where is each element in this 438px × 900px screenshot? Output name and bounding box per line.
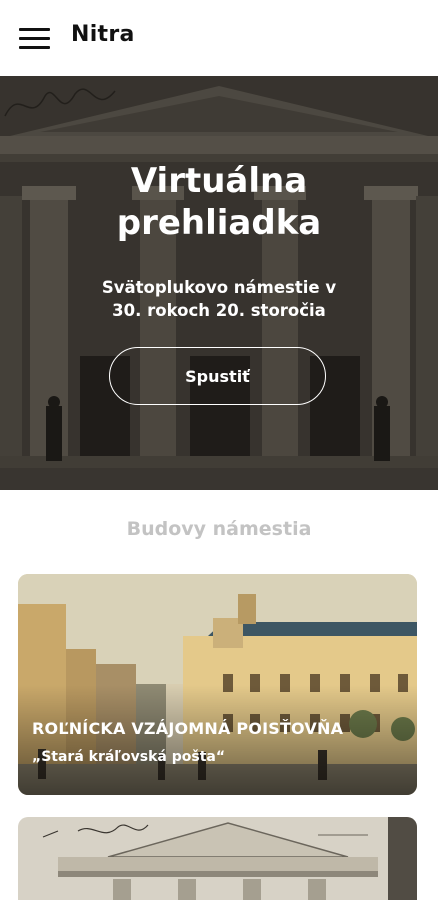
- card-overlay: [18, 685, 417, 795]
- building-photo: [18, 817, 417, 900]
- start-tour-button[interactable]: Spustiť: [109, 347, 326, 405]
- hero-title: Virtuálna prehliadka: [0, 160, 438, 244]
- hero-subtitle-line: 30. rokoch 20. storočia: [112, 301, 326, 320]
- building-card[interactable]: [18, 817, 417, 900]
- app-header: Nitra: [0, 0, 438, 76]
- hero-title-line: prehliadka: [116, 203, 322, 243]
- hamburger-menu-icon[interactable]: [19, 28, 50, 49]
- card-subtitle: „Stará kráľovská pošta“: [32, 749, 226, 765]
- section-title: Budovy námestia: [126, 518, 312, 540]
- building-card[interactable]: ROĽNÍCKA VZÁJOMNÁ POISŤOVŇA „Stará kráľo…: [18, 574, 417, 795]
- card-title: ROĽNÍCKA VZÁJOMNÁ POISŤOVŇA: [32, 719, 344, 738]
- hero-subtitle-line: Svätoplukovo námestie v: [101, 278, 337, 297]
- hero-title-line: Virtuálna: [130, 161, 308, 201]
- hero-subtitle: Svätoplukovo námestie v 30. rokoch 20. s…: [60, 276, 378, 322]
- app-title: Nitra: [71, 22, 135, 47]
- hero-banner: Virtuálna prehliadka Svätoplukovo námest…: [0, 76, 438, 490]
